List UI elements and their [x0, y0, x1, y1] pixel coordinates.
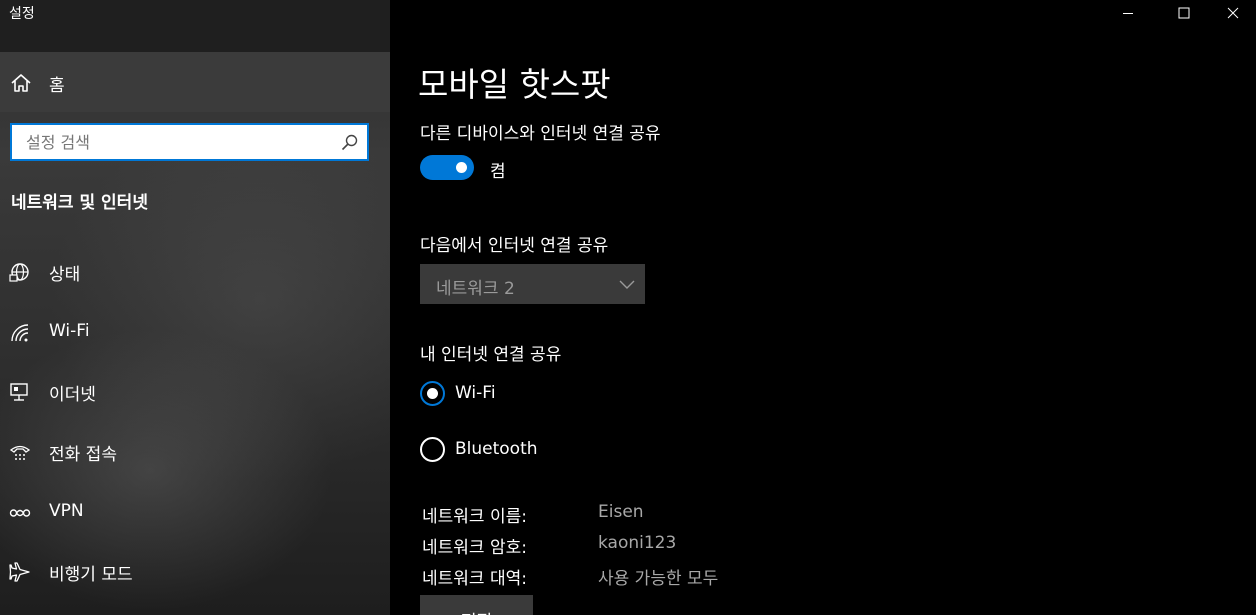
radio-label: Wi-Fi — [455, 383, 496, 403]
radio-button-wifi[interactable] — [420, 381, 445, 406]
sidebar-item-vpn[interactable]: VPN — [0, 485, 390, 541]
chevron-down-icon — [619, 280, 635, 289]
airplane-icon — [9, 562, 30, 582]
toggle-state-label: 켬 — [490, 162, 506, 182]
vpn-icon — [9, 509, 31, 517]
network-band-value: 사용 가능한 모두 — [598, 569, 719, 589]
sidebar-item-label: VPN — [49, 501, 84, 521]
share-label: 다른 디바이스와 인터넷 연결 공유 — [420, 124, 661, 144]
sidebar-item-wifi[interactable]: Wi-Fi — [0, 305, 390, 361]
sidebar-item-dialup[interactable]: 전화 접속 — [0, 424, 390, 480]
sidebar: 설정 홈 네트워크 및 인터넷 상태 — [0, 0, 390, 615]
wifi-icon — [11, 324, 29, 342]
sidebar-item-label: 비행기 모드 — [49, 565, 133, 585]
radio-option-wifi[interactable]: Wi-Fi — [420, 381, 720, 411]
hotspot-toggle[interactable] — [420, 155, 474, 180]
dialup-icon — [9, 445, 31, 460]
sidebar-item-ethernet[interactable]: 이더넷 — [0, 364, 390, 420]
sidebar-item-label: 상태 — [49, 265, 81, 285]
share-from-label: 다음에서 인터넷 연결 공유 — [420, 236, 609, 256]
share-my-label: 내 인터넷 연결 공유 — [420, 345, 562, 365]
sidebar-item-status[interactable]: 상태 — [0, 244, 390, 300]
sidebar-item-label: 이더넷 — [49, 385, 96, 405]
network-name-key: 네트워크 이름: — [422, 507, 527, 527]
sidebar-item-label: 전화 접속 — [49, 445, 117, 465]
sidebar-item-airplane[interactable]: 비행기 모드 — [0, 544, 390, 600]
sidebar-item-label: 홈 — [49, 76, 65, 96]
ethernet-icon — [10, 383, 28, 401]
network-band-key: 네트워크 대역: — [422, 569, 527, 589]
sidebar-item-label: Wi-Fi — [49, 321, 90, 341]
section-title: 네트워크 및 인터넷 — [11, 193, 148, 213]
search-icon[interactable] — [341, 134, 358, 151]
dropdown-value: 네트워크 2 — [436, 279, 515, 299]
main-content: 모바일 핫스팟 다른 디바이스와 인터넷 연결 공유 켬 다음에서 인터넷 연결… — [390, 0, 1256, 615]
home-icon — [11, 74, 31, 92]
settings-window: 설정 홈 네트워크 및 인터넷 상태 — [0, 0, 1256, 615]
search-input[interactable] — [12, 125, 322, 159]
radio-option-bluetooth[interactable]: Bluetooth — [420, 437, 720, 467]
search-box[interactable] — [10, 123, 369, 161]
page-title: 모바일 핫스팟 — [418, 65, 611, 104]
radio-label: Bluetooth — [455, 439, 538, 459]
network-password-key: 네트워크 암호: — [422, 538, 527, 558]
titlebar: 설정 — [0, 0, 390, 52]
share-from-dropdown[interactable]: 네트워크 2 — [420, 264, 645, 304]
network-password-value: kaoni123 — [598, 533, 677, 553]
network-name-value: Eisen — [598, 502, 644, 522]
sidebar-item-home[interactable]: 홈 — [0, 52, 390, 112]
toggle-knob — [456, 162, 467, 173]
app-title: 설정 — [9, 6, 35, 22]
globe-icon — [9, 263, 29, 282]
radio-button-bluetooth[interactable] — [420, 437, 445, 462]
edit-button[interactable]: 편집 — [420, 595, 533, 615]
